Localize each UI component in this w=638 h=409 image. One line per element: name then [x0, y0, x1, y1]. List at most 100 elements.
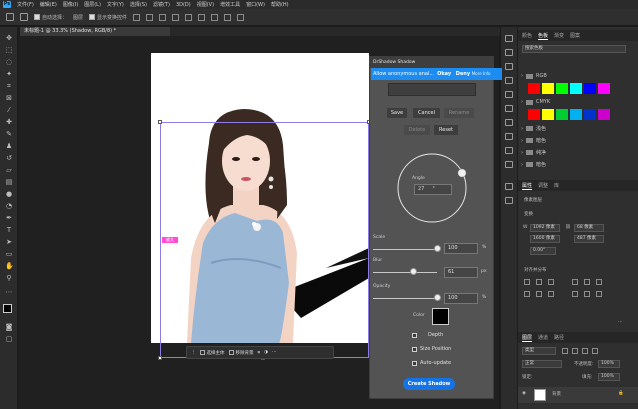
rotation-field[interactable]: 0.00°	[530, 247, 556, 255]
transform-handle-top-left[interactable]	[158, 120, 162, 124]
scale-slider-track[interactable]	[373, 249, 437, 250]
blend-mode-dropdown[interactable]: 正常	[522, 360, 562, 368]
marquee-icon[interactable]: ⬚	[5, 47, 13, 54]
adjustments-panel-icon[interactable]	[505, 197, 513, 204]
auto-select-label[interactable]: 自动选择：	[34, 14, 67, 21]
eyedropper-icon[interactable]: ⁄	[5, 107, 13, 114]
tab-gradients[interactable]: 渐变	[554, 32, 564, 39]
swatch-group-dark[interactable]: › 暗色	[521, 137, 546, 145]
layer-fill-field[interactable]: 100%	[598, 373, 620, 381]
blur-field[interactable]: 61	[444, 267, 478, 278]
glyphs-panel-icon[interactable]	[505, 105, 513, 112]
banner-okay-button[interactable]: Okay	[437, 71, 451, 77]
rgb-swatch-5[interactable]	[598, 83, 610, 94]
lasso-icon[interactable]: ◌	[5, 59, 13, 66]
menu-type[interactable]: 文字(Y)	[107, 1, 124, 8]
size-position-checkbox[interactable]	[412, 347, 417, 352]
filter-shape-icon[interactable]	[592, 348, 598, 354]
history-brush-icon[interactable]: ↺	[5, 155, 13, 162]
layer-name[interactable]: 背景	[552, 391, 561, 397]
show-transform-checkbox[interactable]	[89, 14, 96, 20]
layer-opacity-field[interactable]: 100%	[598, 360, 620, 368]
eraser-icon[interactable]: ▱	[5, 167, 13, 174]
distribute-icon[interactable]	[211, 13, 219, 21]
rgb-swatch-4[interactable]	[584, 83, 596, 94]
menu-view[interactable]: 视图(V)	[197, 1, 214, 8]
angle-field[interactable]: 27 °	[414, 184, 452, 195]
swatch-group-rgb[interactable]: › RGB	[521, 73, 547, 79]
filter-type-icon[interactable]	[582, 348, 588, 354]
document-tab[interactable]: 未标题-1 @ 33.3% (Shadow, RGB/8) *	[20, 27, 170, 36]
transform-bounding-box[interactable]	[158, 120, 371, 360]
taskbar-drag-handle[interactable]: ⋮	[191, 350, 196, 355]
tab-swatches[interactable]: 色板	[538, 32, 549, 40]
tab-color[interactable]: 颜色	[522, 32, 532, 39]
align-left-icon[interactable]	[524, 279, 530, 285]
align-bottom-icon[interactable]	[596, 279, 602, 285]
rgb-swatch-2[interactable]	[556, 83, 568, 94]
path-select-icon[interactable]: ➤	[5, 239, 13, 246]
show-transform-label[interactable]: 显示变换控件	[89, 14, 127, 21]
menu-filter[interactable]: 滤镜(T)	[153, 1, 170, 8]
filter-pixel-icon[interactable]	[562, 348, 568, 354]
hand-icon[interactable]: ✋	[5, 263, 14, 270]
distribute-right-icon[interactable]	[548, 291, 554, 297]
stamp-icon[interactable]: ♟	[5, 143, 13, 150]
distribute-bottom-icon[interactable]	[596, 291, 602, 297]
mask-icon[interactable]: ◑	[264, 350, 268, 355]
cancel-button[interactable]: Cancel	[413, 108, 440, 118]
align-center-icon[interactable]	[146, 13, 154, 21]
distribute-top-icon[interactable]	[572, 291, 578, 297]
link-icon[interactable]: ⛓	[565, 225, 571, 230]
opacity-slider-track[interactable]	[373, 298, 437, 299]
remove-background-button[interactable]: 移除背景	[228, 350, 254, 356]
cmyk-swatch-5[interactable]	[598, 109, 610, 120]
swatch-group-cmyk[interactable]: › CMYK	[521, 99, 550, 105]
screen-mode-icon[interactable]: ▢	[5, 336, 13, 343]
align-vcenter-icon[interactable]	[584, 279, 590, 285]
tab-layers[interactable]: 图层	[522, 334, 533, 342]
cmyk-swatch-1[interactable]	[542, 109, 554, 120]
layer-filter-kind[interactable]: 类型	[522, 347, 556, 355]
character-panel-icon[interactable]	[505, 49, 513, 56]
menu-window[interactable]: 窗口(W)	[246, 1, 265, 8]
swatch-search-input[interactable]: 搜索色板	[522, 45, 626, 53]
notes-panel-icon[interactable]	[505, 147, 513, 154]
transform-handle-bottom-left[interactable]	[158, 356, 162, 360]
width-field[interactable]: 1092 像素	[530, 224, 560, 232]
more-options-icon[interactable]	[224, 13, 232, 21]
opacity-slider-knob[interactable]	[434, 294, 441, 301]
cmyk-swatch-4[interactable]	[584, 109, 596, 120]
quick-mask-icon[interactable]: ◙	[5, 324, 13, 331]
tab-properties[interactable]: 属性	[522, 182, 533, 190]
banner-deny-button[interactable]: Deny	[456, 71, 470, 77]
dodge-icon[interactable]: ◔	[5, 203, 13, 210]
layer-row[interactable]: ◉ 背景 🔒	[518, 387, 638, 403]
blur-slider-knob[interactable]	[410, 268, 418, 275]
banner-more-info-link[interactable]: More Info	[472, 71, 491, 76]
tab-channels[interactable]: 通道	[538, 334, 548, 341]
more-tools-icon[interactable]: ⋯	[5, 289, 13, 296]
rgb-swatch-0[interactable]	[528, 83, 540, 94]
swatch-group-dark-2[interactable]: › 暗色	[521, 161, 546, 169]
distribute-left-icon[interactable]	[524, 291, 530, 297]
brush-panel-icon[interactable]	[505, 77, 513, 84]
foreground-color-swatch[interactable]	[3, 304, 12, 313]
preset-dropdown[interactable]	[388, 83, 476, 96]
transform-icon[interactable]: ⌗	[258, 350, 261, 356]
type-icon[interactable]: T	[5, 227, 13, 234]
more-icon[interactable]: ⋯	[272, 350, 277, 355]
frame-icon[interactable]: ⊠	[5, 95, 13, 102]
auto-update-checkbox[interactable]	[412, 361, 417, 366]
plugin-panel-icon[interactable]	[505, 161, 513, 168]
save-button[interactable]: Save	[387, 108, 407, 118]
navigator-panel-icon[interactable]	[505, 119, 513, 126]
cmyk-swatch-0[interactable]	[528, 109, 540, 120]
opacity-field[interactable]: 100	[444, 293, 478, 304]
swatch-group-light[interactable]: › 浅色	[521, 125, 546, 133]
auto-select-dropdown[interactable]: 图层	[73, 14, 83, 21]
menu-layer[interactable]: 图层(L)	[84, 1, 101, 8]
reset-button[interactable]: Reset	[434, 125, 458, 135]
crop-icon[interactable]: ⌗	[5, 83, 13, 90]
menu-edit[interactable]: 编辑(E)	[40, 1, 57, 8]
